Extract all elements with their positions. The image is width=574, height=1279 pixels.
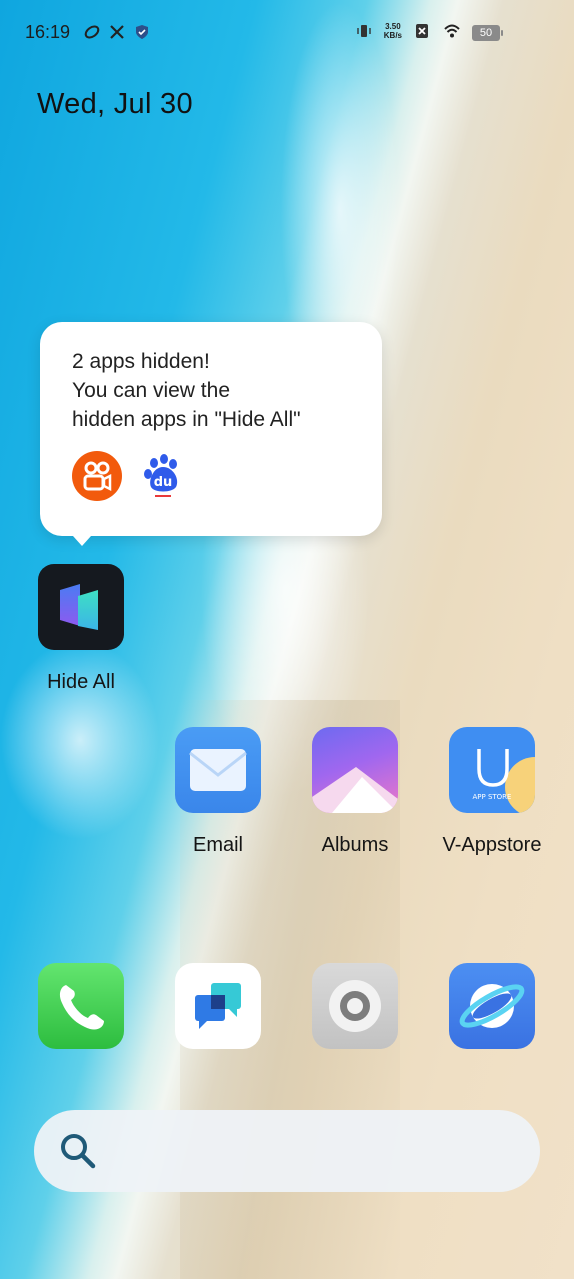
- tools-icon: [110, 25, 124, 39]
- app-label: V-Appstore: [442, 834, 542, 856]
- search-bar[interactable]: [34, 1110, 540, 1192]
- wifi-icon: [444, 24, 460, 38]
- app-email[interactable]: Email: [163, 727, 273, 857]
- albums-icon: [312, 727, 398, 813]
- status-time: 16:19: [25, 22, 71, 42]
- v-appstore-icon: APP STORE: [449, 727, 535, 813]
- app-label: Albums: [321, 834, 389, 856]
- date-widget[interactable]: Wed, Jul 30: [37, 88, 193, 121]
- sync-icon: [84, 25, 100, 39]
- dock-phone[interactable]: [26, 963, 136, 1049]
- hide-all-icon: [38, 564, 124, 650]
- app-label: Email: [192, 834, 243, 856]
- app-label: Hide All: [47, 671, 115, 693]
- no-sim-icon: [416, 24, 428, 38]
- hidden-apps-tooltip[interactable]: 2 apps hidden! You can view the hidden a…: [40, 322, 382, 546]
- svg-text:du: du: [154, 475, 173, 490]
- dock-browser[interactable]: [437, 963, 547, 1049]
- shield-icon: [136, 25, 148, 39]
- tooltip-message: 2 apps hidden! You can view the hidden a…: [72, 350, 301, 431]
- vibrate-icon: [357, 25, 371, 37]
- app-v-appstore[interactable]: APP STORE V-Appstore: [437, 727, 547, 857]
- svg-text:APP STORE: APP STORE: [473, 793, 512, 801]
- net-speed: 3.50 KB/s: [383, 22, 402, 40]
- search-icon: [61, 1134, 96, 1169]
- app-hide-all[interactable]: Hide All: [26, 564, 136, 694]
- messages-icon: [175, 963, 261, 1049]
- dock-messages[interactable]: [163, 963, 273, 1049]
- baidu-icon[interactable]: du: [138, 451, 188, 501]
- app-albums[interactable]: Albums: [300, 727, 410, 857]
- browser-icon: [449, 963, 535, 1049]
- kuaishou-icon[interactable]: [72, 451, 122, 501]
- email-icon: [175, 727, 261, 813]
- status-bar: 16:19 3.50 KB/s 50: [0, 0, 574, 66]
- battery-icon: 50: [472, 25, 503, 41]
- phone-icon: [38, 963, 124, 1049]
- settings-icon: [312, 963, 398, 1049]
- dock-settings[interactable]: [300, 963, 410, 1049]
